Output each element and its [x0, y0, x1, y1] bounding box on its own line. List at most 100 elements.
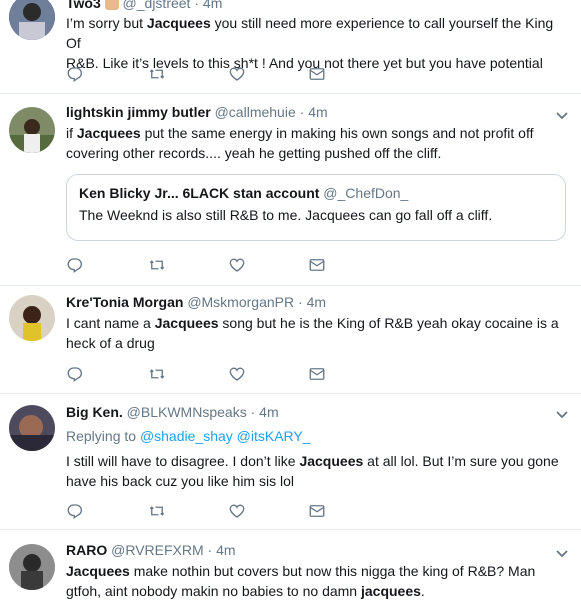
retweet-icon[interactable]	[147, 65, 167, 85]
timestamp[interactable]: 4m	[307, 294, 326, 310]
mention-link[interactable]: @itsKARY_	[237, 428, 311, 444]
text-segment: I’m sorry but	[66, 15, 147, 31]
reply-icon[interactable]	[66, 256, 86, 276]
tweet-text: I’m sorry but Jacquees you still need mo…	[66, 13, 566, 73]
tweet-text: I still will have to disagree. I don’t l…	[66, 451, 566, 491]
reply-icon[interactable]	[66, 502, 86, 522]
user-handle[interactable]: @_djstreet	[123, 0, 191, 11]
text-segment: at all lol. But I’m sure you gone	[363, 453, 559, 469]
separator-dot: ·	[299, 104, 305, 120]
keyword-highlight: Jacquees	[299, 453, 364, 469]
heart-icon[interactable]	[228, 65, 248, 85]
keyword-highlight: Jacquees	[154, 315, 219, 331]
text-segment: make nothin but covers but now this nigg…	[129, 563, 536, 579]
keyword-highlight: jacquees	[360, 583, 421, 599]
avatar[interactable]	[9, 295, 55, 341]
quoted-tweet-text: The Weeknd is also still R&B to me. Jacq…	[79, 207, 493, 223]
display-name[interactable]: RARO	[66, 542, 107, 558]
tweet-header: RARO @RVREFXRM · 4m	[66, 542, 236, 558]
keyword-highlight: Jacquees	[146, 15, 211, 31]
emoji-icon	[104, 0, 119, 11]
display-name[interactable]: Two3	[66, 0, 101, 11]
quoted-user-handle: @_ChefDon_	[323, 185, 409, 201]
tweet-item[interactable]: Big Ken. @BLKWMNspeaks · 4m Replying to …	[0, 394, 581, 530]
display-name[interactable]: Big Ken.	[66, 404, 123, 420]
avatar[interactable]	[9, 107, 55, 153]
avatar-image	[9, 405, 55, 451]
reply-icon[interactable]	[66, 65, 86, 85]
tweet-item[interactable]: RARO @RVREFXRM · 4m Jacquees make nothin…	[0, 530, 581, 605]
quoted-display-name: Ken Blicky Jr... 6LACK stan account	[79, 185, 320, 201]
tweet-text-line: heck of a drug	[66, 335, 155, 351]
envelope-icon[interactable]	[308, 65, 328, 85]
tweet-item[interactable]: Kre'Tonia Morgan @MskmorganPR · 4m I can…	[0, 286, 581, 394]
replying-label: Replying to	[66, 428, 137, 444]
tweet-text: if Jacquees put the same energy in makin…	[66, 123, 566, 163]
keyword-highlight: Jacquees	[66, 563, 130, 579]
separator-dot: ·	[250, 404, 256, 420]
tweet-text-line: if Jacquees put the same energy in makin…	[66, 123, 566, 143]
avatar[interactable]	[9, 0, 55, 40]
tweet-text: I cant name a Jacquees song but he is th…	[66, 313, 566, 353]
chevron-down-icon[interactable]	[555, 111, 569, 121]
envelope-icon[interactable]	[308, 365, 328, 385]
timestamp[interactable]: 4m	[203, 0, 222, 11]
quoted-tweet-header: Ken Blicky Jr... 6LACK stan account @_Ch…	[79, 185, 408, 201]
tweet-text-line: I still will have to disagree. I don’t l…	[66, 451, 566, 471]
text-segment: I cant name a	[66, 315, 155, 331]
tweet-actions	[66, 256, 366, 276]
user-handle[interactable]: @RVREFXRM	[111, 542, 204, 558]
avatar[interactable]	[9, 544, 55, 590]
separator-dot: ·	[194, 0, 200, 11]
text-segment: gtfoh, aint nobody makin no babies to no…	[66, 583, 361, 599]
tweet-header: Kre'Tonia Morgan @MskmorganPR · 4m	[66, 294, 326, 310]
user-handle[interactable]: @MskmorganPR	[187, 294, 294, 310]
display-name[interactable]: Kre'Tonia Morgan	[66, 294, 183, 310]
text-segment: put the same energy in making his own so…	[140, 125, 534, 141]
text-segment: song but he is the King of R&B yeah okay…	[218, 315, 559, 331]
mention-link[interactable]: @shadie_shay	[140, 428, 233, 444]
display-name[interactable]: lightskin jimmy butler	[66, 104, 211, 120]
avatar-image	[9, 107, 55, 153]
heart-icon[interactable]	[228, 365, 248, 385]
reply-icon[interactable]	[66, 365, 86, 385]
tweet-text-line: I cant name a Jacquees song but he is th…	[66, 313, 566, 333]
chevron-down-icon[interactable]	[555, 549, 569, 559]
tweet-item[interactable]: lightskin jimmy butler @callmehuie · 4m …	[0, 94, 581, 286]
tweet-text-line: have his back cuz you like him sis lol	[66, 473, 294, 489]
envelope-icon[interactable]	[308, 502, 328, 522]
separator-dot: ·	[207, 542, 213, 558]
avatar[interactable]	[9, 405, 55, 451]
tweet-text-line: I’m sorry but Jacquees you still need mo…	[66, 13, 566, 53]
tweet-text-line: covering other records.... yeah he getti…	[66, 145, 442, 161]
keyword-highlight: Jacquees	[76, 125, 141, 141]
user-handle[interactable]: @callmehuie	[215, 104, 296, 120]
chevron-down-icon[interactable]	[555, 410, 569, 420]
retweet-icon[interactable]	[147, 256, 167, 276]
timestamp[interactable]: 4m	[216, 542, 235, 558]
tweet-actions	[66, 502, 366, 522]
text-segment: I still will have to disagree. I don’t l…	[66, 453, 300, 469]
tweet-header: Two3 @_djstreet · 4m	[66, 0, 222, 11]
text-segment: if	[66, 125, 77, 141]
timestamp[interactable]: 4m	[308, 104, 327, 120]
retweet-icon[interactable]	[147, 365, 167, 385]
avatar-image	[9, 295, 55, 341]
tweet-text-line: Jacquees make nothin but covers but now …	[66, 561, 566, 581]
heart-icon[interactable]	[228, 502, 248, 522]
heart-icon[interactable]	[228, 256, 248, 276]
tweet-header: lightskin jimmy butler @callmehuie · 4m	[66, 104, 328, 120]
replying-to: Replying to @shadie_shay @itsKARY_	[66, 428, 311, 444]
tweet-header: Big Ken. @BLKWMNspeaks · 4m	[66, 404, 279, 420]
user-handle[interactable]: @BLKWMNspeaks	[127, 404, 247, 420]
envelope-icon[interactable]	[308, 256, 328, 276]
separator-dot: ·	[298, 294, 303, 310]
timestamp[interactable]: 4m	[259, 404, 278, 420]
tweet-item[interactable]: Two3 @_djstreet · 4m I’m sorry but Jacqu…	[0, 0, 581, 94]
retweet-icon[interactable]	[147, 502, 167, 522]
text-segment: .	[420, 583, 425, 599]
avatar-image	[9, 544, 55, 590]
tweet-text: Jacquees make nothin but covers but now …	[66, 561, 566, 601]
tweet-text-line: gtfoh, aint nobody makin no babies to no…	[66, 581, 566, 601]
quoted-tweet[interactable]: Ken Blicky Jr... 6LACK stan account @_Ch…	[66, 174, 566, 241]
